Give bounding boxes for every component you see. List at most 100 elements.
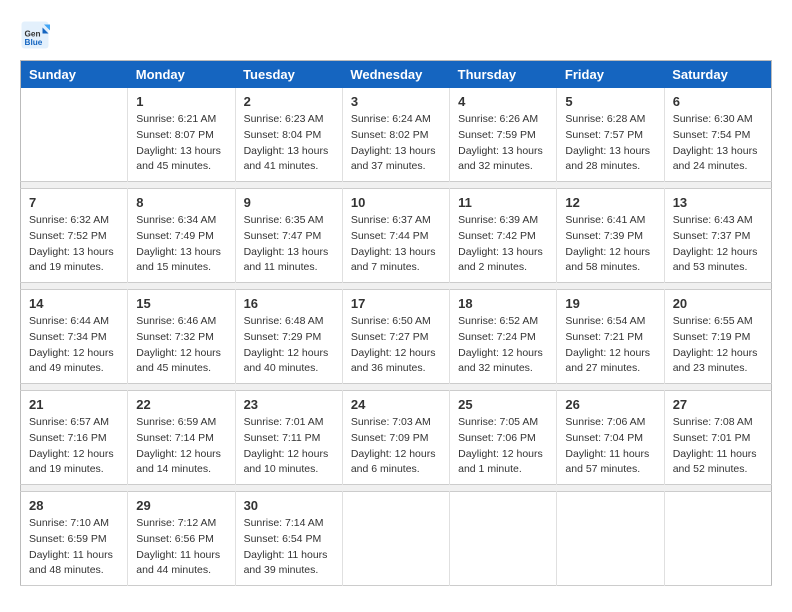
day-info: Sunrise: 6:54 AMSunset: 7:21 PMDaylight:… bbox=[565, 314, 655, 377]
week-separator-cell bbox=[21, 384, 772, 391]
day-number: 6 bbox=[673, 94, 763, 109]
day-number: 12 bbox=[565, 195, 655, 210]
day-number: 8 bbox=[136, 195, 226, 210]
calendar-cell bbox=[450, 492, 557, 586]
day-number: 18 bbox=[458, 296, 548, 311]
calendar-cell: 24 Sunrise: 7:03 AMSunset: 7:09 PMDayligh… bbox=[342, 391, 449, 485]
day-info: Sunrise: 6:30 AMSunset: 7:54 PMDaylight:… bbox=[673, 112, 763, 175]
calendar-cell: 1Sunrise: 6:21 AMSunset: 8:07 PMDaylight… bbox=[128, 88, 235, 182]
logo-icon: Gen Blue bbox=[20, 20, 50, 50]
calendar-week-row: 14 Sunrise: 6:44 AMSunset: 7:34 PMDayligh… bbox=[21, 290, 772, 384]
calendar-cell: 22 Sunrise: 6:59 AMSunset: 7:14 PMDayligh… bbox=[128, 391, 235, 485]
calendar-cell bbox=[557, 492, 664, 586]
day-info: Sunrise: 7:06 AMSunset: 7:04 PMDaylight:… bbox=[565, 415, 655, 478]
day-number: 11 bbox=[458, 195, 548, 210]
week-separator bbox=[21, 384, 772, 391]
calendar-week-row: 7 Sunrise: 6:32 AMSunset: 7:52 PMDaylight… bbox=[21, 189, 772, 283]
calendar-cell: 30 Sunrise: 7:14 AMSunset: 6:54 PMDayligh… bbox=[235, 492, 342, 586]
calendar-cell: 20Sunrise: 6:55 AMSunset: 7:19 PMDayligh… bbox=[664, 290, 771, 384]
calendar-cell: 25Sunrise: 7:05 AMSunset: 7:06 PMDayligh… bbox=[450, 391, 557, 485]
day-info: Sunrise: 6:32 AMSunset: 7:52 PMDaylight:… bbox=[29, 213, 119, 276]
logo: Gen Blue bbox=[20, 20, 54, 50]
calendar-cell: 26 Sunrise: 7:06 AMSunset: 7:04 PMDayligh… bbox=[557, 391, 664, 485]
column-header-tuesday: Tuesday bbox=[235, 61, 342, 89]
day-number: 16 bbox=[244, 296, 334, 311]
calendar-header-row: SundayMondayTuesdayWednesdayThursdayFrid… bbox=[21, 61, 772, 89]
day-info: Sunrise: 6:50 AMSunset: 7:27 PMDaylight:… bbox=[351, 314, 441, 377]
day-info: Sunrise: 7:08 AMSunset: 7:01 PMDaylight:… bbox=[673, 415, 763, 478]
calendar-cell: 16Sunrise: 6:48 AMSunset: 7:29 PMDayligh… bbox=[235, 290, 342, 384]
day-number: 15 bbox=[136, 296, 226, 311]
day-info: Sunrise: 7:14 AMSunset: 6:54 PMDaylight:… bbox=[244, 516, 334, 579]
calendar-cell: 21Sunrise: 6:57 AMSunset: 7:16 PMDayligh… bbox=[21, 391, 128, 485]
calendar-cell: 2 Sunrise: 6:23 AMSunset: 8:04 PMDaylight… bbox=[235, 88, 342, 182]
day-number: 27 bbox=[673, 397, 763, 412]
day-number: 20 bbox=[673, 296, 763, 311]
calendar-cell: 9 Sunrise: 6:35 AMSunset: 7:47 PMDaylight… bbox=[235, 189, 342, 283]
page-header: Gen Blue bbox=[20, 20, 772, 50]
calendar-cell: 8 Sunrise: 6:34 AMSunset: 7:49 PMDaylight… bbox=[128, 189, 235, 283]
calendar-cell: 27 Sunrise: 7:08 AMSunset: 7:01 PMDayligh… bbox=[664, 391, 771, 485]
column-header-monday: Monday bbox=[128, 61, 235, 89]
calendar-cell: 11 Sunrise: 6:39 AMSunset: 7:42 PMDayligh… bbox=[450, 189, 557, 283]
day-number: 2 bbox=[244, 94, 334, 109]
day-info: Sunrise: 7:03 AMSunset: 7:09 PMDaylight:… bbox=[351, 415, 441, 478]
day-number: 14 bbox=[29, 296, 119, 311]
day-number: 9 bbox=[244, 195, 334, 210]
day-info: Sunrise: 7:10 AMSunset: 6:59 PMDaylight:… bbox=[29, 516, 119, 579]
column-header-wednesday: Wednesday bbox=[342, 61, 449, 89]
calendar-cell: 13 Sunrise: 6:43 AMSunset: 7:37 PMDayligh… bbox=[664, 189, 771, 283]
day-info: Sunrise: 6:43 AMSunset: 7:37 PMDaylight:… bbox=[673, 213, 763, 276]
day-info: Sunrise: 7:05 AMSunset: 7:06 PMDaylight:… bbox=[458, 415, 548, 478]
calendar-cell: 4Sunrise: 6:26 AMSunset: 7:59 PMDaylight… bbox=[450, 88, 557, 182]
day-number: 19 bbox=[565, 296, 655, 311]
calendar-cell bbox=[21, 88, 128, 182]
week-separator bbox=[21, 485, 772, 492]
day-info: Sunrise: 7:12 AMSunset: 6:56 PMDaylight:… bbox=[136, 516, 226, 579]
day-info: Sunrise: 6:46 AMSunset: 7:32 PMDaylight:… bbox=[136, 314, 226, 377]
calendar-cell bbox=[664, 492, 771, 586]
day-info: Sunrise: 6:57 AMSunset: 7:16 PMDaylight:… bbox=[29, 415, 119, 478]
day-info: Sunrise: 7:01 AMSunset: 7:11 PMDaylight:… bbox=[244, 415, 334, 478]
calendar-cell: 17 Sunrise: 6:50 AMSunset: 7:27 PMDayligh… bbox=[342, 290, 449, 384]
calendar-cell: 23 Sunrise: 7:01 AMSunset: 7:11 PMDayligh… bbox=[235, 391, 342, 485]
svg-text:Blue: Blue bbox=[25, 38, 43, 47]
calendar-cell: 7 Sunrise: 6:32 AMSunset: 7:52 PMDaylight… bbox=[21, 189, 128, 283]
day-number: 10 bbox=[351, 195, 441, 210]
calendar-cell: 6 Sunrise: 6:30 AMSunset: 7:54 PMDaylight… bbox=[664, 88, 771, 182]
column-header-friday: Friday bbox=[557, 61, 664, 89]
day-info: Sunrise: 6:52 AMSunset: 7:24 PMDaylight:… bbox=[458, 314, 548, 377]
calendar-table: SundayMondayTuesdayWednesdayThursdayFrid… bbox=[20, 60, 772, 586]
calendar-week-row: 1Sunrise: 6:21 AMSunset: 8:07 PMDaylight… bbox=[21, 88, 772, 182]
day-info: Sunrise: 6:28 AMSunset: 7:57 PMDaylight:… bbox=[565, 112, 655, 175]
day-info: Sunrise: 6:59 AMSunset: 7:14 PMDaylight:… bbox=[136, 415, 226, 478]
day-info: Sunrise: 6:41 AMSunset: 7:39 PMDaylight:… bbox=[565, 213, 655, 276]
day-number: 5 bbox=[565, 94, 655, 109]
day-number: 7 bbox=[29, 195, 119, 210]
day-number: 22 bbox=[136, 397, 226, 412]
day-info: Sunrise: 6:39 AMSunset: 7:42 PMDaylight:… bbox=[458, 213, 548, 276]
day-number: 13 bbox=[673, 195, 763, 210]
day-number: 17 bbox=[351, 296, 441, 311]
calendar-cell: 28 Sunrise: 7:10 AMSunset: 6:59 PMDayligh… bbox=[21, 492, 128, 586]
calendar-cell: 18 Sunrise: 6:52 AMSunset: 7:24 PMDayligh… bbox=[450, 290, 557, 384]
day-number: 24 bbox=[351, 397, 441, 412]
calendar-week-row: 28 Sunrise: 7:10 AMSunset: 6:59 PMDayligh… bbox=[21, 492, 772, 586]
day-number: 30 bbox=[244, 498, 334, 513]
day-number: 3 bbox=[351, 94, 441, 109]
day-info: Sunrise: 6:26 AMSunset: 7:59 PMDaylight:… bbox=[458, 112, 548, 175]
day-info: Sunrise: 6:35 AMSunset: 7:47 PMDaylight:… bbox=[244, 213, 334, 276]
calendar-cell: 12 Sunrise: 6:41 AMSunset: 7:39 PMDayligh… bbox=[557, 189, 664, 283]
week-separator bbox=[21, 283, 772, 290]
day-number: 23 bbox=[244, 397, 334, 412]
day-info: Sunrise: 6:44 AMSunset: 7:34 PMDaylight:… bbox=[29, 314, 119, 377]
column-header-thursday: Thursday bbox=[450, 61, 557, 89]
day-info: Sunrise: 6:37 AMSunset: 7:44 PMDaylight:… bbox=[351, 213, 441, 276]
day-number: 28 bbox=[29, 498, 119, 513]
day-info: Sunrise: 6:34 AMSunset: 7:49 PMDaylight:… bbox=[136, 213, 226, 276]
day-number: 26 bbox=[565, 397, 655, 412]
day-number: 1 bbox=[136, 94, 226, 109]
day-info: Sunrise: 6:23 AMSunset: 8:04 PMDaylight:… bbox=[244, 112, 334, 175]
day-number: 29 bbox=[136, 498, 226, 513]
calendar-week-row: 21Sunrise: 6:57 AMSunset: 7:16 PMDayligh… bbox=[21, 391, 772, 485]
